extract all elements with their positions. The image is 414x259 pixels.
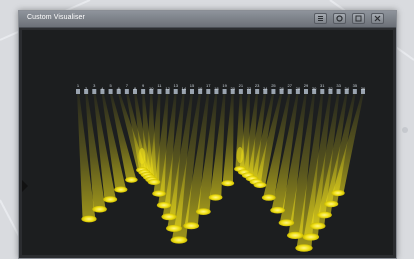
window-title: Custom Visualiser xyxy=(27,14,85,21)
close-button[interactable] xyxy=(371,13,384,24)
fixture-label: 12 xyxy=(165,86,170,91)
fixture-label: 32 xyxy=(328,86,333,91)
fixture-label: 3 xyxy=(93,83,96,88)
fixture-label: 14 xyxy=(182,86,187,91)
fixture-head[interactable] xyxy=(92,89,97,94)
beam-spot xyxy=(316,211,332,219)
fixture-head[interactable] xyxy=(157,89,162,94)
fixture-head[interactable] xyxy=(141,89,146,94)
fixture-head[interactable] xyxy=(238,89,243,94)
fixture-head[interactable] xyxy=(271,89,276,94)
fixture-label: 11 xyxy=(157,83,162,88)
beam-stage[interactable]: 1234567891011121314151617181920212223242… xyxy=(22,30,393,255)
fixture-label: 15 xyxy=(190,83,195,88)
fixture-head[interactable] xyxy=(190,89,194,94)
fixture-label: 1 xyxy=(77,83,80,88)
beam-spot xyxy=(170,236,188,244)
settings-icon xyxy=(336,15,343,22)
beam-spot xyxy=(92,205,107,213)
fixture-label: 36 xyxy=(361,86,366,91)
fixture-label: 10 xyxy=(149,86,154,91)
fixture-head[interactable] xyxy=(173,89,178,94)
fixture-head[interactable] xyxy=(336,89,341,94)
beam-spot xyxy=(166,224,182,232)
fixture-head[interactable] xyxy=(108,89,113,94)
fixture-label: 25 xyxy=(271,83,276,88)
beam-spot xyxy=(114,186,128,193)
fixture-label: 35 xyxy=(353,83,358,88)
fixture-label: 31 xyxy=(320,83,325,88)
beam-spot xyxy=(208,194,223,201)
fixture-label: 22 xyxy=(247,86,252,91)
beam-spot xyxy=(302,233,320,241)
beam-spot xyxy=(261,194,276,201)
side-panel-handle[interactable] xyxy=(22,180,28,192)
beam-spot xyxy=(253,181,267,189)
beam-spot xyxy=(278,219,295,227)
fixture-head[interactable] xyxy=(320,89,325,94)
beam-spot xyxy=(156,201,172,209)
fixture-label: 5 xyxy=(109,83,112,88)
beam-spot xyxy=(196,208,211,215)
fixture-label: 29 xyxy=(304,83,309,88)
fixture-label: 13 xyxy=(173,83,178,88)
beam-spot xyxy=(183,222,200,230)
beam-spot xyxy=(161,213,177,221)
fixture-label: 21 xyxy=(239,83,244,88)
beam-spot xyxy=(295,244,313,252)
beam-spot xyxy=(152,190,166,197)
beam-spot xyxy=(221,180,235,187)
fixture-label: 30 xyxy=(312,86,317,91)
beam-spot xyxy=(309,222,326,230)
visualiser-viewport[interactable]: 1 2 3 4 5 6 7 8 9 10 11 12 13 14 15 16 17 18 19 20 21 22 23 24 2… xyxy=(22,30,393,255)
fixture-head[interactable] xyxy=(304,89,308,94)
menu-button[interactable] xyxy=(314,13,327,24)
fixture-label: 33 xyxy=(336,83,341,88)
restore-icon xyxy=(355,15,362,22)
beam-spot xyxy=(270,206,285,214)
beam-spot xyxy=(147,179,161,185)
fixture-label: 20 xyxy=(230,86,235,91)
menu-icon xyxy=(318,16,323,21)
fixture-head[interactable] xyxy=(287,89,292,94)
settings-button[interactable] xyxy=(333,13,346,24)
fixture-label: 17 xyxy=(206,83,211,88)
beam-spot xyxy=(331,189,345,197)
fixture-label: 34 xyxy=(344,86,349,91)
fixture-label: 24 xyxy=(263,86,268,91)
fixture-label: 27 xyxy=(287,83,292,88)
fixture-head[interactable] xyxy=(255,89,260,94)
fixture-label: 23 xyxy=(255,83,260,88)
fixture-head[interactable] xyxy=(76,89,80,94)
title-bar[interactable]: Custom Visualiser xyxy=(19,11,396,28)
fixture-label: 18 xyxy=(214,86,219,91)
beam-spot xyxy=(324,200,339,208)
close-icon xyxy=(374,15,381,22)
restore-button[interactable] xyxy=(352,13,365,24)
fixture-label: 28 xyxy=(296,86,301,91)
fixture-head[interactable] xyxy=(222,89,227,94)
beam-spot xyxy=(287,231,304,240)
visualiser-window: Custom Visualiser 1 2 3 4 5 6 7 8 9 10 1… xyxy=(18,10,397,259)
fixture-label: 7 xyxy=(126,83,129,88)
fixture-head[interactable] xyxy=(124,89,129,94)
beam-spot xyxy=(81,215,97,223)
fixture-label: 26 xyxy=(279,86,284,91)
beam-highlight xyxy=(236,147,244,163)
beam-spot xyxy=(103,196,118,203)
fixture-head[interactable] xyxy=(352,89,357,94)
fixture-label: 9 xyxy=(142,83,145,88)
fixture-label: 16 xyxy=(198,86,203,91)
fixture-label: 19 xyxy=(222,83,227,88)
beam-highlight xyxy=(138,148,146,164)
beam-spot xyxy=(125,176,138,183)
fixture-head[interactable] xyxy=(206,89,211,94)
